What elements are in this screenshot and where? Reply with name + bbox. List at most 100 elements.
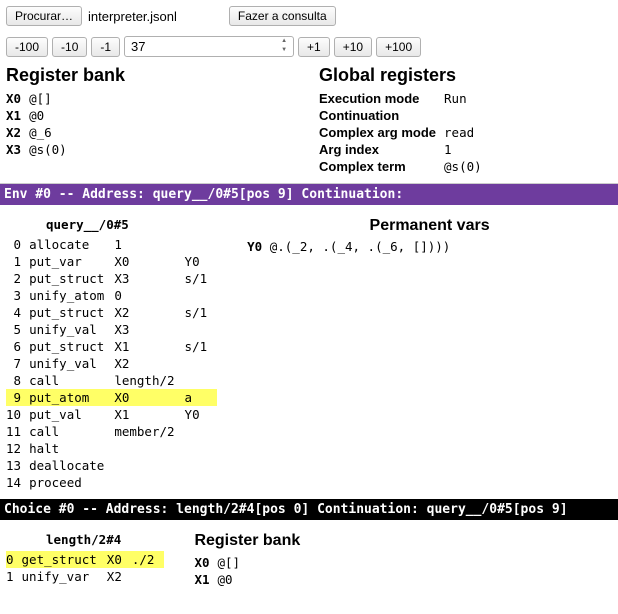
step-value: 37 [131,39,145,54]
code-arg2 [185,440,218,457]
code-op: unify_val [29,355,114,372]
step-plus-10[interactable]: +10 [334,37,372,57]
code-op: unify_atom [29,287,114,304]
code-line-number: 8 [6,372,29,389]
register-value: @_6 [29,124,75,141]
code-line-number: 11 [6,423,29,440]
stepper-up-icon[interactable]: ▲ [277,38,291,47]
code-row: 8calllength/2 [6,372,217,389]
register-row: X0@[] [6,90,75,107]
browse-button[interactable]: Procurar… [6,6,82,26]
choice-band: Choice #0 -- Address: length/2#4[pos 0] … [0,499,618,520]
code-op: proceed [29,474,114,491]
code-arg2 [185,355,218,372]
global-label: Continuation [319,107,444,124]
code-arg2: a [185,389,218,406]
global-registers-title: Global registers [319,65,612,86]
code-row: 6put_structX1s/1 [6,338,217,355]
code-arg1: X2 [114,355,184,372]
step-minus-10[interactable]: -10 [52,37,87,57]
code-arg1: X0 [114,253,184,270]
code-op: put_struct [29,270,114,287]
code-op: put_struct [29,338,114,355]
code-arg1 [114,457,184,474]
permanent-var-row: Y0 @.(_2, .(_4, .(_6, []))) [247,239,612,254]
code-row: 12halt [6,440,217,457]
code-row: 0allocate1 [6,236,217,253]
code-arg1: X2 [107,568,132,585]
step-minus-1[interactable]: -1 [91,37,120,57]
global-row: Complex arg moderead [319,124,490,141]
choice-register-table: X0@[]X1@0 [194,554,248,588]
register-value: @0 [218,571,249,588]
permanent-var-name: Y0 [247,239,262,254]
step-plus-1[interactable]: +1 [298,37,330,57]
choice-code-table: 0get_structX0./21unify_varX2 [6,551,164,585]
step-minus-100[interactable]: -100 [6,37,48,57]
code-arg2 [185,321,218,338]
code-op: get_struct [22,551,107,568]
global-row: Complex term@s(0) [319,158,490,175]
code-arg2: s/1 [185,338,218,355]
register-name: X2 [6,124,29,141]
code-line-number: 12 [6,440,29,457]
code-arg1: X3 [114,321,184,338]
global-row: Arg index1 [319,141,490,158]
code-op: call [29,423,114,440]
query-button[interactable]: Fazer a consulta [229,6,336,26]
code-row: 0get_structX0./2 [6,551,164,568]
code-row: 1put_varX0Y0 [6,253,217,270]
code-arg2: s/1 [185,270,218,287]
register-row: X0@[] [194,554,248,571]
step-input[interactable]: 37 ▲ ▼ [124,36,294,57]
code-row: 9put_atomX0a [6,389,217,406]
code-arg2 [185,423,218,440]
env-code-table: 0allocate11put_varX0Y02put_structX3s/13u… [6,236,217,491]
code-arg1: X1 [114,338,184,355]
register-name: X1 [194,571,217,588]
register-name: X0 [6,90,29,107]
code-line-number: 2 [6,270,29,287]
global-label: Execution mode [319,90,444,107]
code-arg2 [132,568,165,585]
step-plus-100[interactable]: +100 [376,37,421,57]
code-op: unify_val [29,321,114,338]
code-arg1: X3 [114,270,184,287]
permanent-vars-list: Y0 @.(_2, .(_4, .(_6, []))) [247,239,612,254]
global-value: Run [444,90,490,107]
code-arg1: X2 [114,304,184,321]
code-arg1: member/2 [114,423,184,440]
code-op: put_var [29,253,114,270]
global-value: 1 [444,141,490,158]
code-row: 4put_structX2s/1 [6,304,217,321]
env-procname: query__/0#5 [6,215,217,236]
choice-procname: length/2#4 [6,530,164,551]
code-line-number: 14 [6,474,29,491]
global-value [444,107,490,124]
global-label: Complex arg mode [319,124,444,141]
code-row: 13deallocate [6,457,217,474]
file-name: interpreter.jsonl [88,9,177,24]
permanent-vars-title: Permanent vars [247,217,612,235]
stepper-down-icon[interactable]: ▼ [277,47,291,56]
register-row: X3@s(0) [6,141,75,158]
code-line-number: 1 [6,568,22,585]
code-arg2: ./2 [132,551,165,568]
register-value: @0 [29,107,75,124]
code-arg2: Y0 [185,406,218,423]
code-op: allocate [29,236,114,253]
code-line-number: 9 [6,389,29,406]
register-row: X1@0 [6,107,75,124]
code-line-number: 3 [6,287,29,304]
code-row: 2put_structX3s/1 [6,270,217,287]
register-bank-title: Register bank [6,65,299,86]
register-value: @[] [29,90,75,107]
code-arg2: s/1 [185,304,218,321]
code-arg2 [185,457,218,474]
code-row: 1unify_varX2 [6,568,164,585]
code-row: 7unify_valX2 [6,355,217,372]
code-arg1 [114,440,184,457]
global-row: Continuation [319,107,490,124]
code-arg2 [185,236,218,253]
global-value: read [444,124,490,141]
